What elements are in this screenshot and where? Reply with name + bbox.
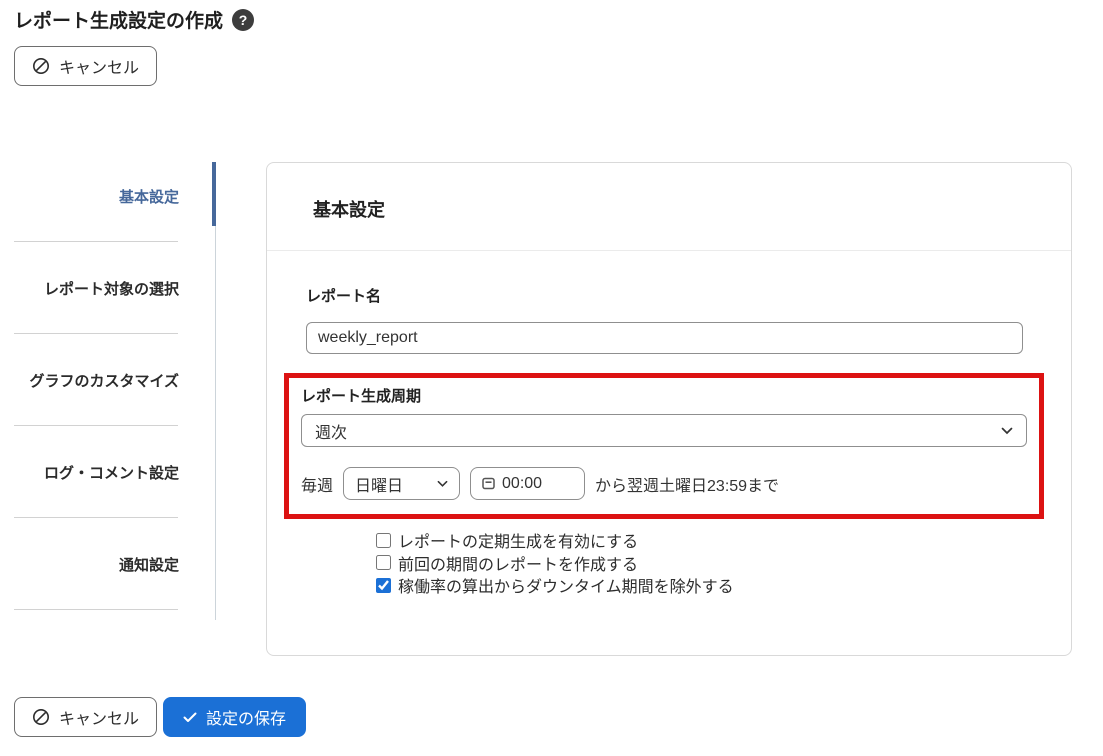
report-name-input[interactable] — [306, 322, 1023, 354]
page-title-text: レポート生成設定の作成 — [14, 6, 223, 33]
time-input-value: 00:00 — [502, 475, 542, 493]
panel-heading: 基本設定 — [267, 163, 1071, 251]
panel-body: レポート名 レポート生成周期 週次 毎週 日曜日 — [267, 285, 1071, 597]
checkbox-label: レポートの定期生成を有効にする — [398, 528, 638, 552]
exclude-downtime-checkbox[interactable] — [376, 578, 391, 593]
basic-settings-panel: 基本設定 レポート名 レポート生成周期 週次 毎週 日曜日 — [266, 162, 1072, 656]
checkbox-label: 前回の期間のレポートを作成する — [398, 551, 638, 575]
cancel-button-label: キャンセル — [59, 54, 139, 78]
weekday-select[interactable]: 日曜日 — [343, 467, 460, 500]
previous-period-checkbox[interactable] — [376, 555, 391, 570]
save-button-label: 設定の保存 — [206, 705, 286, 729]
periodic-generation-checkbox[interactable] — [376, 533, 391, 548]
cancel-button-bottom[interactable]: キャンセル — [14, 697, 157, 737]
checkbox-label: 稼働率の算出からダウンタイム期間を除外する — [398, 573, 734, 597]
cycle-label: レポート生成周期 — [301, 385, 1027, 406]
report-name-label: レポート名 — [306, 285, 1023, 306]
page-title: レポート生成設定の作成 ? — [14, 6, 254, 33]
tab-divider — [14, 609, 178, 610]
options-checkbox-group: レポートの定期生成を有効にする 前回の期間のレポートを作成する 稼働率の算出から… — [376, 529, 1023, 597]
cancel-button-top[interactable]: キャンセル — [14, 46, 157, 86]
check-icon — [183, 712, 197, 723]
tab-notification-settings[interactable]: 通知設定 — [0, 518, 216, 610]
help-icon[interactable]: ? — [232, 9, 254, 31]
cancel-slash-icon — [32, 57, 50, 75]
cancel-button-label: キャンセル — [59, 705, 139, 729]
tab-graph-customize[interactable]: グラフのカスタマイズ — [0, 334, 216, 426]
tab-log-comment-settings[interactable]: ログ・コメント設定 — [0, 426, 216, 518]
chevron-down-icon — [1001, 427, 1013, 435]
highlighted-cycle-section: レポート生成周期 週次 毎週 日曜日 — [284, 373, 1044, 519]
tab-label: 基本設定 — [119, 186, 179, 207]
chevron-down-icon — [437, 480, 448, 488]
tab-label: ログ・コメント設定 — [44, 462, 179, 483]
cycle-select[interactable]: 週次 — [301, 414, 1027, 447]
tab-label: 通知設定 — [119, 554, 179, 575]
tab-label: レポート対象の選択 — [44, 278, 179, 299]
weekday-select-value: 日曜日 — [355, 472, 403, 496]
checkbox-row-periodic-generation[interactable]: レポートの定期生成を有効にする — [376, 529, 1023, 552]
weekly-prefix-text: 毎週 — [301, 472, 333, 496]
time-input[interactable]: 00:00 — [470, 467, 585, 500]
tab-label: グラフのカスタマイズ — [29, 370, 179, 391]
clock-icon — [482, 477, 495, 490]
tab-basic-settings[interactable]: 基本設定 — [0, 150, 216, 242]
active-tab-indicator — [212, 162, 216, 226]
tab-report-targets[interactable]: レポート対象の選択 — [0, 242, 216, 334]
cancel-slash-icon — [32, 708, 50, 726]
checkbox-row-exclude-downtime[interactable]: 稼働率の算出からダウンタイム期間を除外する — [376, 574, 1023, 597]
footer-actions: キャンセル 設定の保存 — [14, 697, 306, 737]
cycle-suffix-text: から翌週土曜日23:59まで — [595, 472, 779, 496]
weekly-schedule-row: 毎週 日曜日 00: — [301, 467, 1027, 500]
tabs-separator-line — [215, 162, 216, 620]
checkbox-row-previous-period[interactable]: 前回の期間のレポートを作成する — [376, 552, 1023, 575]
save-settings-button[interactable]: 設定の保存 — [163, 697, 306, 737]
settings-tabs: 基本設定 レポート対象の選択 グラフのカスタマイズ ログ・コメント設定 通知設定 — [0, 150, 216, 610]
cycle-select-value: 週次 — [315, 419, 347, 443]
